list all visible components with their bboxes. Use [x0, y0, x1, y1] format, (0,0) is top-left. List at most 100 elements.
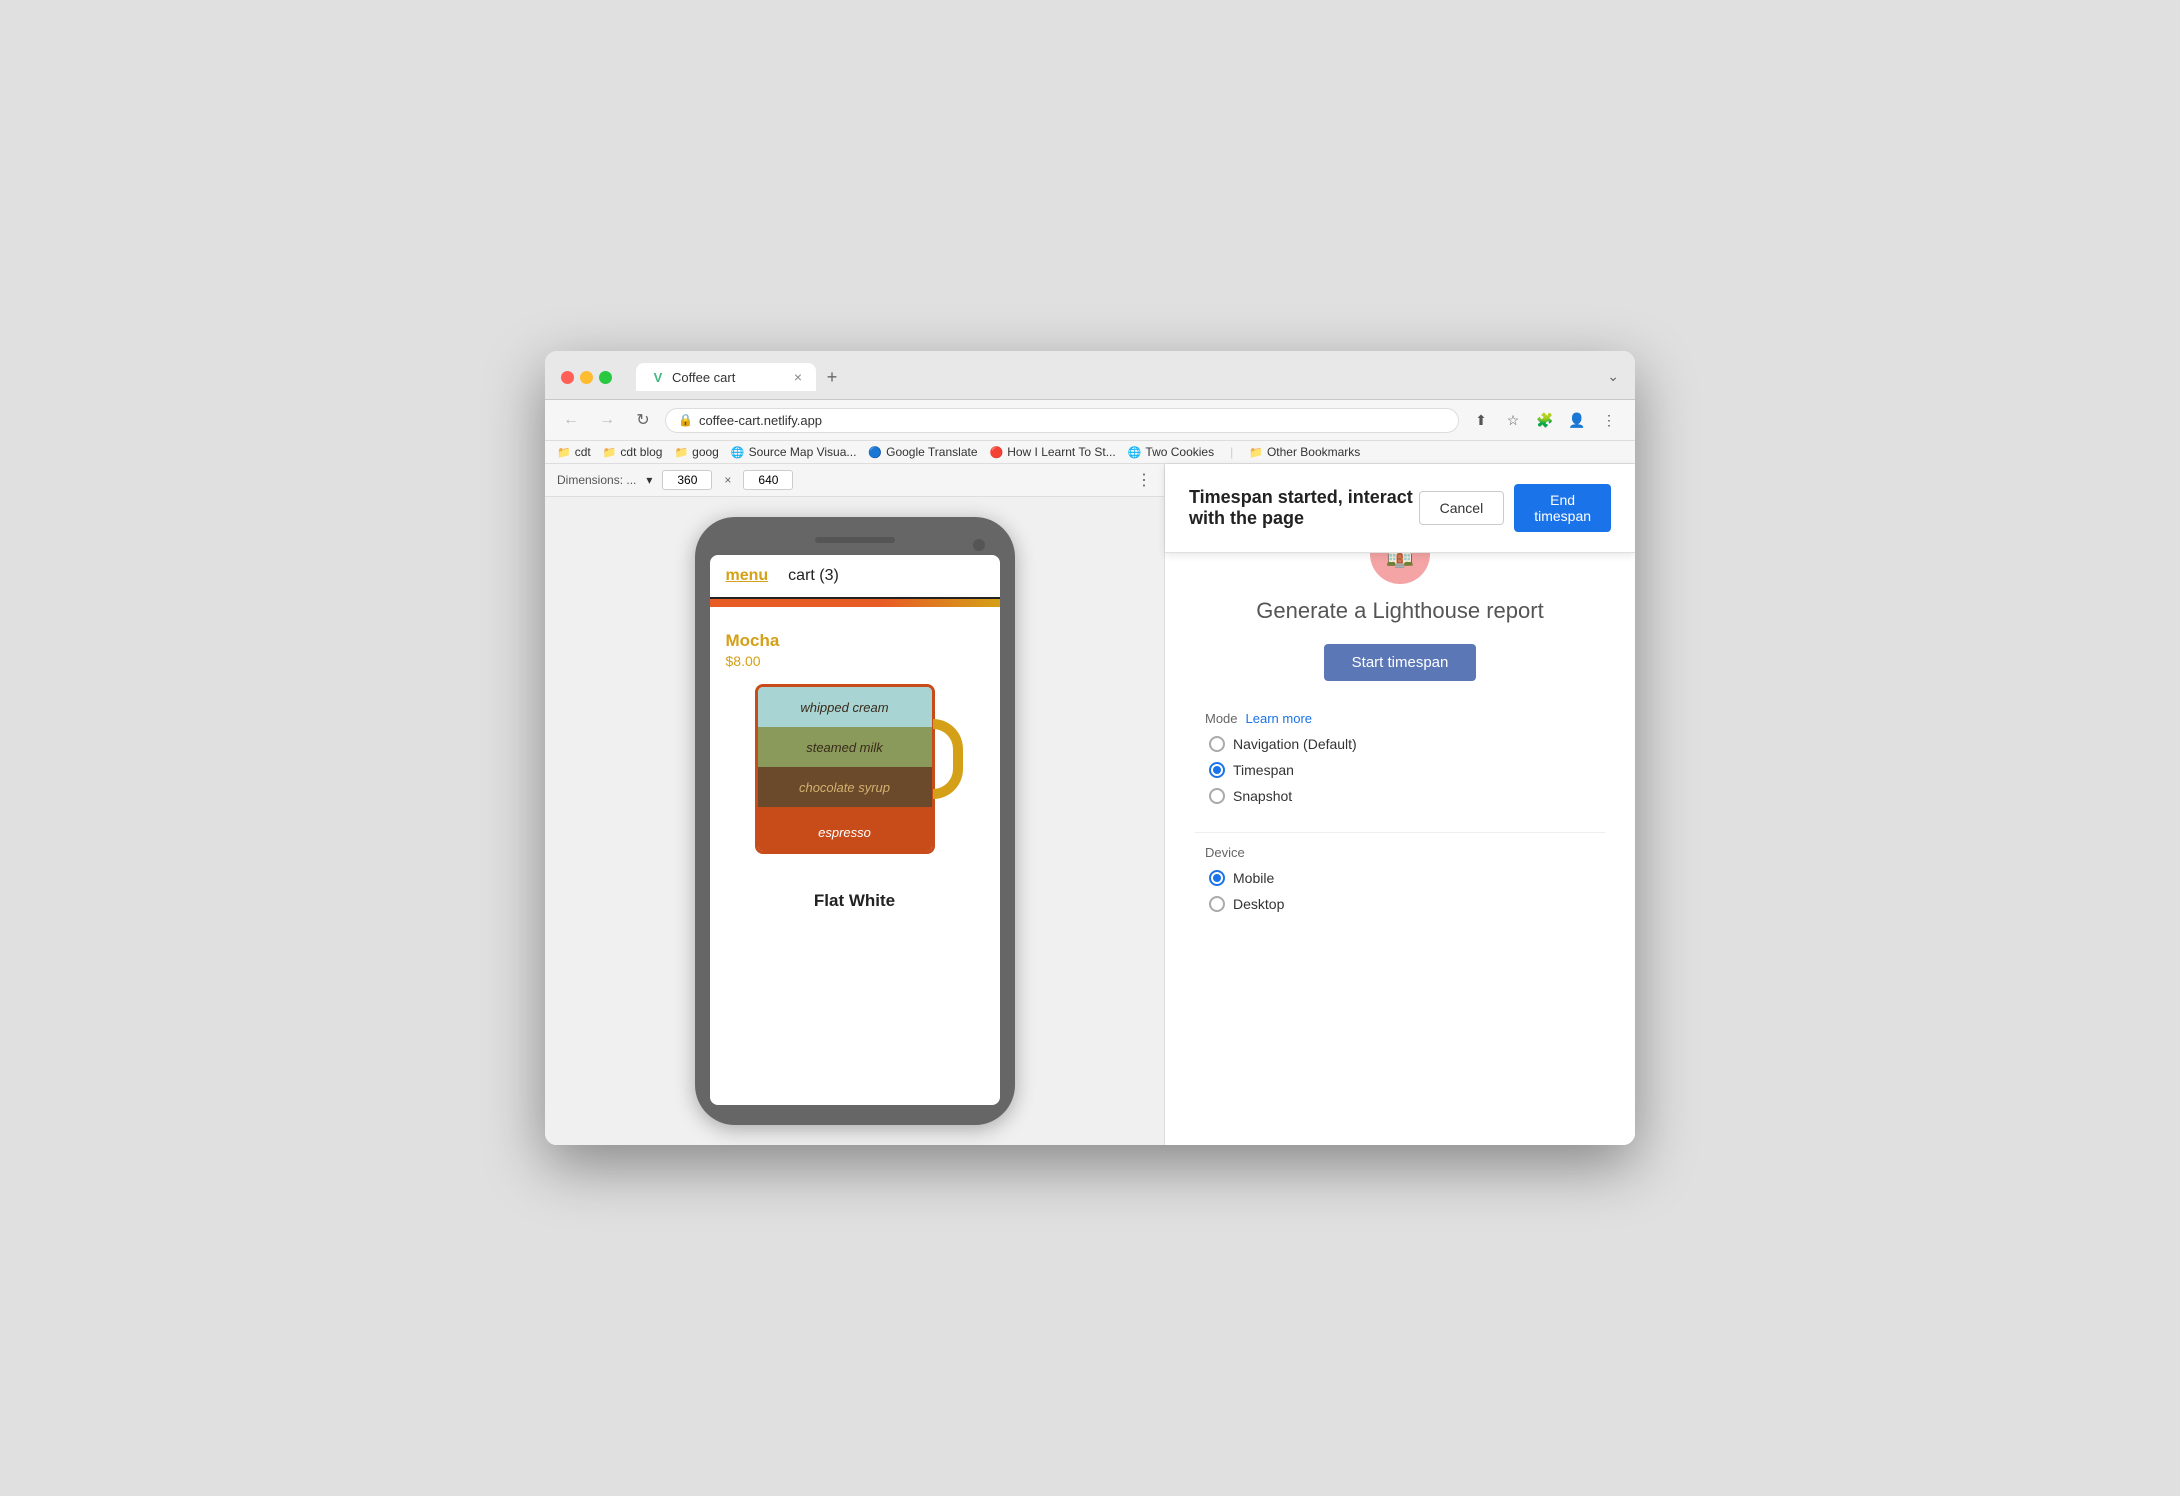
mode-radio-group: Navigation (Default) Timespan Snapshot — [1205, 736, 1595, 804]
mug-wrapper: whipped cream steamed milk chocolate syr… — [755, 679, 955, 859]
bookmark-label: Source Map Visua... — [749, 445, 857, 459]
extension-puzzle-icon: 🧩 — [1531, 406, 1559, 434]
devtools-panel: Dimensions: ... ▾ × ⋮ menu cart (3) — [545, 464, 1165, 1145]
bookmark-button[interactable]: ☆ — [1499, 406, 1527, 434]
bookmark-cdt[interactable]: 📁 cdt — [557, 445, 591, 459]
bookmark-label: cdt — [575, 445, 591, 459]
phone-area: menu cart (3) Mocha $8.00 — [545, 497, 1164, 1145]
bookmark-how-i-learnt[interactable]: 🔴 How I Learnt To St... — [990, 445, 1116, 459]
globe-icon: 🌐 — [731, 446, 745, 459]
layer-steamed-milk: steamed milk — [758, 727, 932, 767]
bookmark-goog[interactable]: 📁 goog — [674, 445, 718, 459]
dimensions-label: Dimensions: ... — [557, 473, 636, 487]
bookmark-cdt-blog[interactable]: 📁 cdt blog — [603, 445, 663, 459]
device-radio-group: Mobile Desktop — [1205, 870, 1595, 912]
device-radio-mobile[interactable]: Mobile — [1209, 870, 1595, 886]
mode-radio-snapshot[interactable]: Snapshot — [1209, 788, 1595, 804]
radio-circle-desktop — [1209, 896, 1225, 912]
device-section-label: Device — [1205, 845, 1595, 860]
timespan-dialog: Timespan started, interact with the page… — [1165, 464, 1635, 553]
phone-speaker — [815, 537, 895, 543]
device-radio-desktop[interactable]: Desktop — [1209, 896, 1595, 912]
folder-icon: 📁 — [674, 446, 688, 459]
bookmarks-bar: 📁 cdt 📁 cdt blog 📁 goog 🌐 Source Map Vis… — [545, 441, 1635, 464]
mug-handle — [933, 719, 963, 799]
bookmark-label: Other Bookmarks — [1267, 445, 1360, 459]
folder-icon: 📁 — [557, 446, 571, 459]
device-desktop-label: Desktop — [1233, 896, 1284, 912]
device-label-text: Device — [1205, 845, 1245, 860]
mug-illustration: whipped cream steamed milk chocolate syr… — [726, 679, 984, 859]
timespan-dialog-message: Timespan started, interact with the page — [1189, 487, 1419, 529]
mode-radio-timespan[interactable]: Timespan — [1209, 762, 1595, 778]
coffee-item2-name: Flat White — [726, 891, 984, 911]
tabs-row: V Coffee cart × + ⌄ — [636, 363, 1619, 391]
browser-window: V Coffee cart × + ⌄ ← → ↻ 🔒 coffee-cart.… — [545, 351, 1635, 1145]
tab-label: Coffee cart — [672, 370, 735, 385]
tab-overflow-button[interactable]: ⌄ — [1607, 368, 1619, 391]
bookmark-source-map[interactable]: 🌐 Source Map Visua... — [731, 445, 857, 459]
bookmark-other[interactable]: 📁 Other Bookmarks — [1249, 445, 1360, 459]
mode-section: Mode Learn more Navigation (Default) Tim… — [1195, 711, 1605, 804]
mode-radio-navigation[interactable]: Navigation (Default) — [1209, 736, 1595, 752]
timespan-dialog-buttons: Cancel End timespan — [1419, 484, 1611, 532]
active-tab[interactable]: V Coffee cart × — [636, 363, 816, 391]
width-input[interactable] — [662, 470, 712, 490]
height-input[interactable] — [743, 470, 793, 490]
title-bar: V Coffee cart × + ⌄ — [545, 351, 1635, 400]
folder-icon: 📁 — [1249, 446, 1263, 459]
coffee-nav-menu-link[interactable]: menu — [726, 567, 769, 585]
radio-circle-timespan — [1209, 762, 1225, 778]
profile-button[interactable]: 👤 — [1563, 406, 1591, 434]
end-timespan-button[interactable]: End timespan — [1514, 484, 1611, 532]
toolbar-more-button[interactable]: ⋮ — [1136, 470, 1152, 490]
new-tab-button[interactable]: + — [818, 363, 846, 391]
traffic-light-green[interactable] — [599, 371, 612, 384]
radio-circle-snapshot — [1209, 788, 1225, 804]
bookmarks-divider: | — [1230, 445, 1233, 459]
refresh-button[interactable]: ↻ — [629, 406, 657, 434]
dimensions-dropdown-icon[interactable]: ▾ — [646, 473, 652, 487]
nav-bar: ← → ↻ 🔒 coffee-cart.netlify.app ⬆ ☆ 🧩 👤 … — [545, 400, 1635, 441]
traffic-light-yellow[interactable] — [580, 371, 593, 384]
share-button[interactable]: ⬆ — [1467, 406, 1495, 434]
url-text: coffee-cart.netlify.app — [699, 413, 822, 428]
phone-screen: menu cart (3) Mocha $8.00 — [710, 555, 1000, 1105]
coffee-nav-cart-link[interactable]: cart (3) — [788, 567, 839, 585]
bookmark-label: Two Cookies — [1145, 445, 1214, 459]
globe-icon: 🌐 — [1128, 446, 1142, 459]
browser-content: Dimensions: ... ▾ × ⋮ menu cart (3) — [545, 464, 1635, 1145]
back-button[interactable]: ← — [557, 406, 585, 434]
coffee-item-price: $8.00 — [726, 653, 984, 669]
bookmark-label: goog — [692, 445, 719, 459]
bookmark-label: cdt blog — [620, 445, 662, 459]
lock-icon: 🔒 — [678, 413, 693, 427]
bookmark-label: Google Translate — [886, 445, 977, 459]
nav-actions: ⬆ ☆ 🧩 👤 ⋮ — [1467, 406, 1623, 434]
phone-mockup: menu cart (3) Mocha $8.00 — [695, 517, 1015, 1125]
cancel-button[interactable]: Cancel — [1419, 491, 1505, 525]
mug-body: whipped cream steamed milk chocolate syr… — [755, 684, 935, 854]
address-bar[interactable]: 🔒 coffee-cart.netlify.app — [665, 408, 1459, 433]
section-divider — [1195, 832, 1605, 833]
start-timespan-button[interactable]: Start timespan — [1324, 644, 1477, 681]
bookmark-google-translate[interactable]: 🔵 Google Translate — [868, 445, 977, 459]
radio-circle-navigation — [1209, 736, 1225, 752]
lighthouse-title: Generate a Lighthouse report — [1256, 598, 1543, 624]
more-options-button[interactable]: ⋮ — [1595, 406, 1623, 434]
mode-section-label: Mode Learn more — [1205, 711, 1595, 726]
bookmark-two-cookies[interactable]: 🌐 Two Cookies — [1128, 445, 1214, 459]
layer-espresso: espresso — [758, 807, 932, 854]
coffee-item-flat-white: Flat White — [710, 879, 1000, 911]
learn-more-link[interactable]: Learn more — [1246, 711, 1312, 726]
coffee-app-nav: menu cart (3) — [710, 555, 1000, 599]
forward-button[interactable]: → — [593, 406, 621, 434]
tab-close-button[interactable]: × — [794, 369, 802, 385]
device-mobile-label: Mobile — [1233, 870, 1274, 886]
dimensions-separator: × — [724, 473, 731, 487]
traffic-light-red[interactable] — [561, 371, 574, 384]
vuejs-favicon-icon: V — [650, 369, 666, 385]
radio-circle-mobile — [1209, 870, 1225, 886]
device-toolbar: Dimensions: ... ▾ × ⋮ — [545, 464, 1164, 497]
layer-chocolate-syrup: chocolate syrup — [758, 767, 932, 807]
